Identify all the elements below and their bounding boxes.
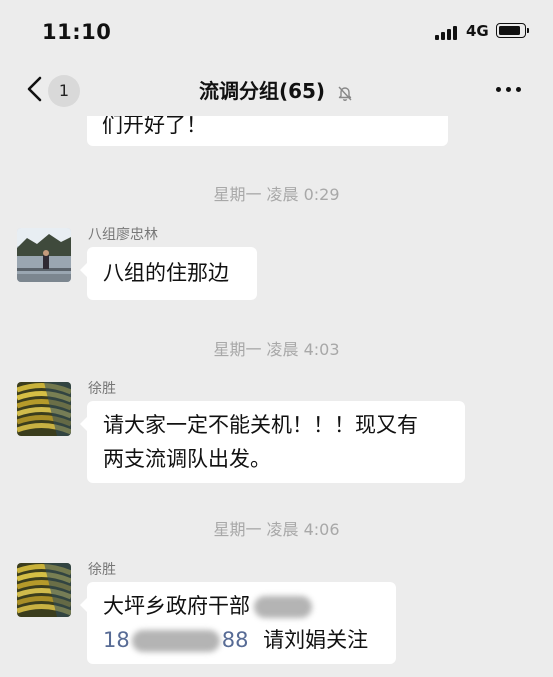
message-text: 请刘娟关注 xyxy=(263,628,369,652)
sender-name: 徐胜 xyxy=(88,562,116,578)
more-dots-icon[interactable] xyxy=(496,87,521,92)
message-text: 八组的住那边 xyxy=(103,261,229,285)
status-time: 11:10 xyxy=(42,20,112,44)
phone-number-end: 88 xyxy=(221,628,249,652)
battery-icon xyxy=(496,23,529,38)
message-text: 大坪乡政府干部 xyxy=(103,594,250,618)
timestamp: 星期一 凌晨 4:06 xyxy=(213,520,340,539)
message-bubble[interactable]: 大坪乡政府干部 18 88 请刘娟关注 xyxy=(80,582,396,664)
avatar[interactable] xyxy=(17,563,71,617)
message-text-line: 18 88 请刘娟关注 xyxy=(103,623,396,657)
signal-icon xyxy=(435,26,457,40)
status-bar: 11:10 4G xyxy=(0,0,553,62)
mute-bell-icon xyxy=(338,86,352,101)
chat-header: 1 流调分组(65) xyxy=(0,62,553,116)
chat-title[interactable]: 流调分组(65) xyxy=(0,75,553,104)
message-text-line: 两支流调队出发。 xyxy=(103,447,271,471)
timestamp: 星期一 凌晨 4:03 xyxy=(213,340,340,359)
message-bubble[interactable]: 八组的住那边 xyxy=(80,247,257,300)
phone-number-start: 18 xyxy=(103,628,130,652)
chat-title-text: 流调分组(65) xyxy=(198,79,326,103)
message-text-line: 大坪乡政府干部 xyxy=(103,589,396,623)
avatar-rice-terrace-image xyxy=(17,382,71,436)
avatar[interactable] xyxy=(17,382,71,436)
message-bubble-partial[interactable]: 们开好了！ xyxy=(87,116,448,146)
chat-message-list[interactable]: 们开好了！ 星期一 凌晨 0:29 八组廖忠林 八组的住那边 星期一 凌晨 4:… xyxy=(0,116,553,677)
message-text: 们开好了！ xyxy=(102,116,207,137)
sender-name: 八组廖忠林 xyxy=(88,227,158,243)
redacted-phone-blur xyxy=(131,630,220,652)
redacted-name-blur xyxy=(254,596,312,618)
message-text-line: 请大家一定不能关机！！！现又有 xyxy=(103,413,418,437)
message-bubble[interactable]: 请大家一定不能关机！！！现又有 两支流调队出发。 xyxy=(80,401,465,483)
network-type: 4G xyxy=(466,22,489,40)
avatar-rice-terrace-image xyxy=(17,563,71,617)
sender-name: 徐胜 xyxy=(88,381,116,397)
timestamp: 星期一 凌晨 0:29 xyxy=(213,185,340,204)
avatar-landscape-image xyxy=(17,228,71,282)
avatar[interactable] xyxy=(17,228,71,282)
